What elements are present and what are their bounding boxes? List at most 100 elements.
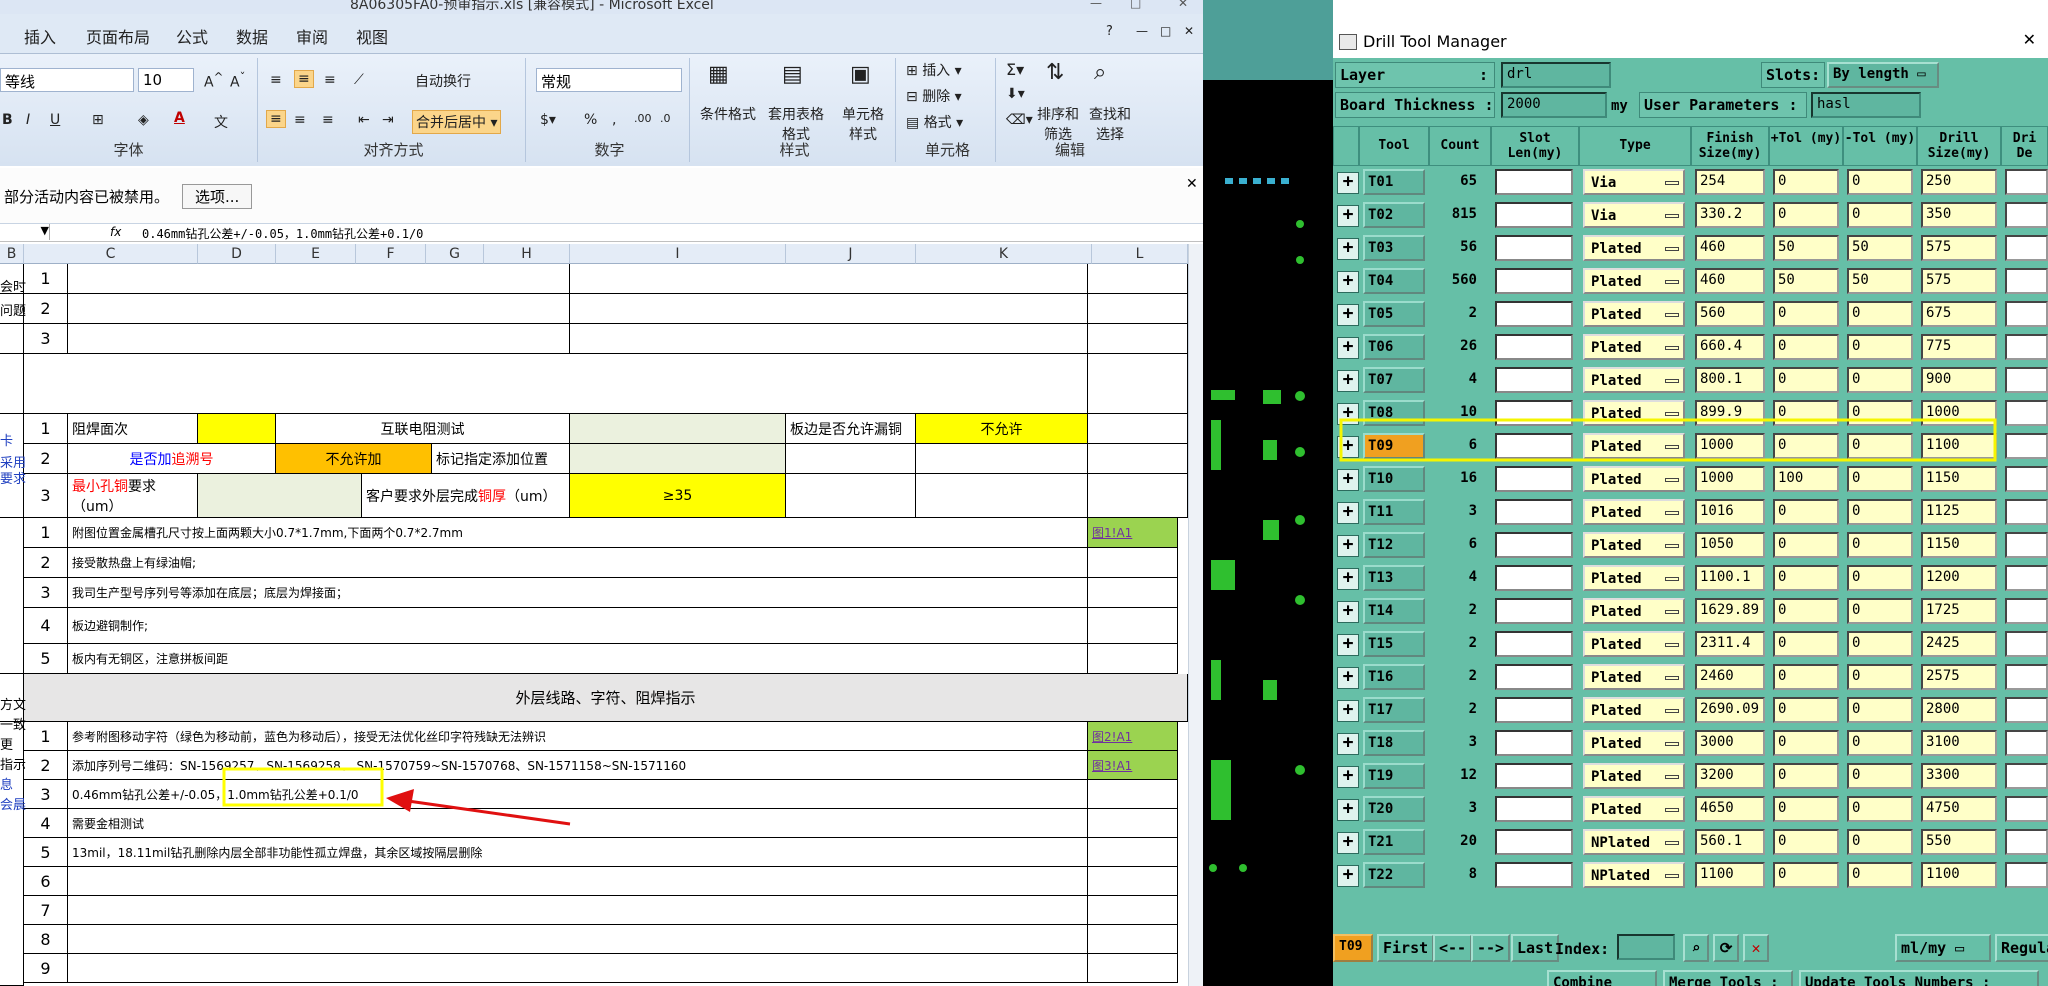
type-select[interactable]: Plated — [1583, 796, 1685, 822]
minus-tol-field[interactable]: 0 — [1847, 598, 1913, 624]
plus-tol-field[interactable]: 0 — [1773, 796, 1839, 822]
drill-depth-field[interactable] — [2005, 367, 2048, 393]
tool-id[interactable]: T13 — [1363, 565, 1425, 591]
plus-tol-field[interactable]: 0 — [1773, 400, 1839, 426]
drill-depth-field[interactable] — [2005, 334, 2048, 360]
drill-size-field[interactable]: 900 — [1921, 367, 1997, 393]
tool-id[interactable]: T17 — [1363, 697, 1425, 723]
tool-id[interactable]: T06 — [1363, 334, 1425, 360]
drill-depth-field[interactable] — [2005, 169, 2048, 195]
finish-size-field[interactable]: 460 — [1695, 268, 1765, 294]
plus-tol-field[interactable]: 50 — [1773, 268, 1839, 294]
drill-size-field[interactable]: 775 — [1921, 334, 1997, 360]
slot-length-field[interactable] — [1495, 499, 1573, 525]
plus-tol-field[interactable]: 0 — [1773, 631, 1839, 657]
tool-row[interactable]: + T16 2 Plated 2460 0 0 2575 — [1333, 661, 2048, 694]
drill-depth-field[interactable] — [2005, 862, 2048, 888]
expand-icon[interactable]: + — [1337, 205, 1359, 227]
tool-row[interactable]: + T15 2 Plated 2311.4 0 0 2425 — [1333, 628, 2048, 661]
slot-length-field[interactable] — [1495, 400, 1573, 426]
minus-tol-field[interactable]: 0 — [1847, 796, 1913, 822]
expand-icon[interactable]: + — [1337, 469, 1359, 491]
expand-icon[interactable]: + — [1337, 304, 1359, 326]
finish-size-field[interactable]: 2690.09 — [1695, 697, 1765, 723]
tool-id[interactable]: T01 — [1363, 169, 1425, 195]
drill-depth-field[interactable] — [2005, 235, 2048, 261]
tool-row[interactable]: + T03 56 Plated 460 50 50 575 — [1333, 232, 2048, 265]
tool-row[interactable]: + T21 20 NPlated 560.1 0 0 550 — [1333, 826, 2048, 859]
drill-depth-field[interactable] — [2005, 697, 2048, 723]
minus-tol-field[interactable]: 0 — [1847, 301, 1913, 327]
update-tools-button[interactable]: Update Tools Numbers : — [1799, 970, 2039, 986]
tool-id[interactable]: T22 — [1363, 862, 1425, 888]
tool-id[interactable]: T03 — [1363, 235, 1425, 261]
finish-size-field[interactable]: 254 — [1695, 169, 1765, 195]
drill-depth-field[interactable] — [2005, 598, 2048, 624]
drill-size-field[interactable]: 2425 — [1921, 631, 1997, 657]
type-select[interactable]: Via — [1583, 202, 1685, 228]
search-icon[interactable]: ⌕ — [1683, 934, 1709, 962]
type-select[interactable]: Plated — [1583, 334, 1685, 360]
thickness-field[interactable]: 2000 — [1501, 92, 1607, 118]
finish-size-field[interactable]: 1000 — [1695, 433, 1765, 459]
tool-id[interactable]: T15 — [1363, 631, 1425, 657]
drill-depth-field[interactable] — [2005, 268, 2048, 294]
minus-tol-field[interactable]: 0 — [1847, 433, 1913, 459]
tool-id[interactable]: T07 — [1363, 367, 1425, 393]
finish-size-field[interactable]: 560.1 — [1695, 829, 1765, 855]
drill-close-icon[interactable]: ✕ — [2023, 30, 2036, 49]
type-select[interactable]: Plated — [1583, 664, 1685, 690]
slot-length-field[interactable] — [1495, 862, 1573, 888]
prev-button[interactable]: <-- — [1433, 934, 1473, 962]
finish-size-field[interactable]: 1100 — [1695, 862, 1765, 888]
tool-id[interactable]: T11 — [1363, 499, 1425, 525]
drill-depth-field[interactable] — [2005, 499, 2048, 525]
drill-depth-field[interactable] — [2005, 301, 2048, 327]
plus-tol-field[interactable]: 0 — [1773, 697, 1839, 723]
delete-icon[interactable]: ✕ — [1743, 934, 1769, 962]
minus-tol-field[interactable]: 0 — [1847, 334, 1913, 360]
type-select[interactable]: Plated — [1583, 268, 1685, 294]
slot-length-field[interactable] — [1495, 796, 1573, 822]
slot-length-field[interactable] — [1495, 433, 1573, 459]
finish-size-field[interactable]: 2311.4 — [1695, 631, 1765, 657]
drill-size-field[interactable]: 4750 — [1921, 796, 1997, 822]
drill-size-field[interactable]: 675 — [1921, 301, 1997, 327]
type-select[interactable]: Plated — [1583, 301, 1685, 327]
regular-button[interactable]: Regula — [1995, 934, 2048, 962]
type-select[interactable]: Plated — [1583, 433, 1685, 459]
tool-id[interactable]: T08 — [1363, 400, 1425, 426]
minus-tol-field[interactable]: 0 — [1847, 664, 1913, 690]
plus-tol-field[interactable]: 0 — [1773, 334, 1839, 360]
plus-tol-field[interactable]: 0 — [1773, 532, 1839, 558]
drill-depth-field[interactable] — [2005, 466, 2048, 492]
slot-length-field[interactable] — [1495, 169, 1573, 195]
expand-icon[interactable]: + — [1337, 667, 1359, 689]
expand-icon[interactable]: + — [1337, 733, 1359, 755]
drill-depth-field[interactable] — [2005, 400, 2048, 426]
slot-length-field[interactable] — [1495, 268, 1573, 294]
plus-tol-field[interactable]: 100 — [1773, 466, 1839, 492]
tool-row[interactable]: + T12 6 Plated 1050 0 0 1150 — [1333, 529, 2048, 562]
tool-id[interactable]: T02 — [1363, 202, 1425, 228]
type-select[interactable]: Plated — [1583, 235, 1685, 261]
expand-icon[interactable]: + — [1337, 271, 1359, 293]
drill-depth-field[interactable] — [2005, 829, 2048, 855]
tool-row[interactable]: + T17 2 Plated 2690.09 0 0 2800 — [1333, 694, 2048, 727]
finish-size-field[interactable]: 1016 — [1695, 499, 1765, 525]
expand-icon[interactable]: + — [1337, 634, 1359, 656]
expand-icon[interactable]: + — [1337, 601, 1359, 623]
drill-depth-field[interactable] — [2005, 763, 2048, 789]
tool-id[interactable]: T12 — [1363, 532, 1425, 558]
tool-id[interactable]: T18 — [1363, 730, 1425, 756]
tool-id[interactable]: T19 — [1363, 763, 1425, 789]
plus-tol-field[interactable]: 0 — [1773, 367, 1839, 393]
drill-size-field[interactable]: 550 — [1921, 829, 1997, 855]
tool-row[interactable]: + T18 3 Plated 3000 0 0 3100 — [1333, 727, 2048, 760]
refresh-icon[interactable]: ⟳ — [1713, 934, 1739, 962]
tool-row[interactable]: + T02 815 Via 330.2 0 0 350 — [1333, 199, 2048, 232]
tool-row[interactable]: + T01 65 Via 254 0 0 250 — [1333, 166, 2048, 199]
merge-tools-button[interactable]: Merge Tools : — [1663, 970, 1793, 986]
expand-icon[interactable]: + — [1337, 535, 1359, 557]
minus-tol-field[interactable]: 0 — [1847, 862, 1913, 888]
